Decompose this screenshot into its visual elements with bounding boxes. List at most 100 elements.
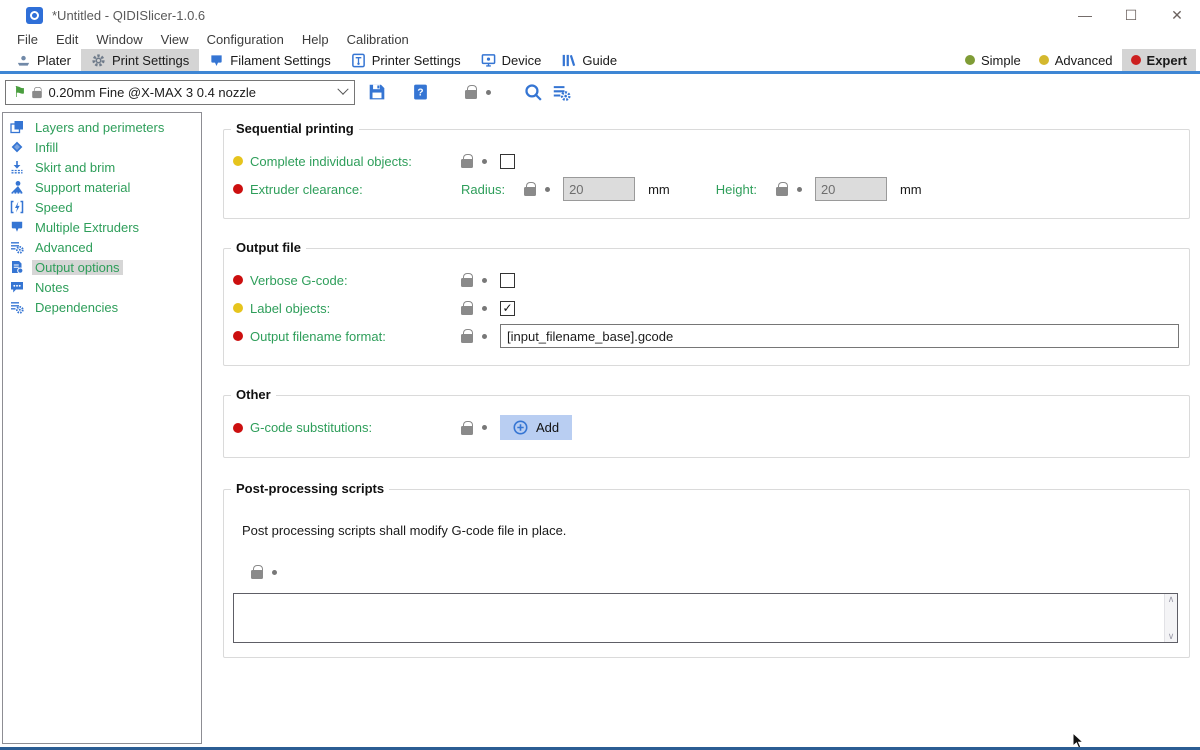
- save-icon[interactable]: [368, 83, 386, 101]
- extruder-clearance-height-input[interactable]: [815, 177, 887, 201]
- lock-icon[interactable]: [776, 187, 788, 196]
- tab-plater[interactable]: Plater: [6, 49, 81, 71]
- option-row-extruder-clearance: Extruder clearance: Radius: mm Height:: [233, 177, 1179, 201]
- sidebar-item-skirt-and-brim[interactable]: Skirt and brim: [3, 157, 201, 177]
- advanced-icon: [9, 240, 25, 254]
- section-title: Post-processing scripts: [231, 481, 389, 496]
- preset-value: 0.20mm Fine @X-MAX 3 0.4 nozzle: [48, 85, 256, 100]
- sidebar-item-multiple-extruders[interactable]: Multiple Extruders: [3, 217, 201, 237]
- tab-filament-settings[interactable]: Filament Settings: [199, 49, 340, 71]
- menu-calibration[interactable]: Calibration: [338, 32, 418, 47]
- maximize-button[interactable]: ☐: [1108, 0, 1154, 30]
- revert-dot-icon[interactable]: [482, 159, 487, 164]
- option-row-gcode-substitutions: G-code substitutions: Add: [233, 415, 1179, 440]
- revert-dot-icon[interactable]: [482, 334, 487, 339]
- preset-flag-icon: ⚑: [13, 85, 26, 100]
- preset-dropdown[interactable]: ⚑ 0.20mm Fine @X-MAX 3 0.4 nozzle: [5, 80, 355, 105]
- sidebar-item-output-options[interactable]: Output options: [3, 257, 201, 277]
- label-objects-checkbox[interactable]: ✓: [500, 301, 515, 316]
- preset-lock-icon: [33, 91, 43, 98]
- tab-printer-settings[interactable]: Printer Settings: [341, 49, 471, 71]
- mode-advanced[interactable]: Advanced: [1030, 49, 1122, 71]
- section-post-processing-scripts: Post-processing scripts Post processing …: [223, 489, 1190, 658]
- layers-icon: [9, 120, 25, 134]
- menu-file[interactable]: File: [8, 32, 47, 47]
- lock-icon[interactable]: [251, 570, 263, 579]
- printer-icon: [351, 53, 366, 68]
- revert-dot-icon[interactable]: [482, 306, 487, 311]
- mode-expert[interactable]: Expert: [1122, 49, 1196, 71]
- sidebar-item-advanced[interactable]: Advanced: [3, 237, 201, 257]
- option-row-label-objects: Label objects: ✓: [233, 296, 1179, 320]
- post-processing-scripts-input[interactable]: [234, 594, 1163, 642]
- scroll-up-icon[interactable]: ∧: [1168, 595, 1175, 604]
- complete-individual-objects-checkbox[interactable]: [500, 154, 515, 169]
- infill-icon: [9, 140, 25, 154]
- extruder-clearance-radius-input[interactable]: [563, 177, 635, 201]
- plater-icon: [16, 53, 31, 68]
- revert-dot-icon[interactable]: [482, 278, 487, 283]
- option-bullet-icon: [233, 156, 243, 166]
- verbose-gcode-checkbox[interactable]: [500, 273, 515, 288]
- tabbar: Plater Print Settings Filament Settings …: [0, 49, 1200, 74]
- option-row-output-filename-format: Output filename format:: [233, 324, 1179, 348]
- option-bullet-icon: [233, 423, 243, 433]
- expert-mode-dot-icon: [1131, 55, 1141, 65]
- extruders-icon: [9, 220, 25, 234]
- menu-configuration[interactable]: Configuration: [198, 32, 293, 47]
- chevron-down-icon: [337, 84, 348, 95]
- menu-view[interactable]: View: [152, 32, 198, 47]
- preset-settings-icon[interactable]: [552, 83, 571, 102]
- lock-icon[interactable]: [461, 334, 473, 343]
- advanced-mode-dot-icon: [1039, 55, 1049, 65]
- option-bullet-icon: [233, 184, 243, 194]
- menu-window[interactable]: Window: [87, 32, 151, 47]
- settings-page: Sequential printing Complete individual …: [223, 112, 1190, 744]
- revert-dot-icon[interactable]: [545, 187, 550, 192]
- revert-dot-icon[interactable]: [482, 425, 487, 430]
- search-icon[interactable]: [524, 83, 543, 102]
- lock-icon[interactable]: [461, 426, 473, 435]
- revert-dot-icon[interactable]: [486, 90, 491, 95]
- lock-icon[interactable]: [524, 187, 536, 196]
- speed-icon: [9, 200, 25, 214]
- skirt-icon: [9, 160, 25, 174]
- sidebar-item-speed[interactable]: Speed: [3, 197, 201, 217]
- help-icon[interactable]: ?: [412, 83, 429, 101]
- svg-text:?: ?: [417, 88, 423, 99]
- lock-icon[interactable]: [461, 159, 473, 168]
- sidebar-item-support-material[interactable]: Support material: [3, 177, 201, 197]
- menu-edit[interactable]: Edit: [47, 32, 87, 47]
- mode-simple[interactable]: Simple: [956, 49, 1030, 71]
- section-title: Other: [231, 387, 276, 402]
- tab-guide[interactable]: Guide: [551, 49, 627, 71]
- menu-help[interactable]: Help: [293, 32, 338, 47]
- output-filename-format-input[interactable]: [500, 324, 1179, 348]
- close-button[interactable]: ✕: [1154, 0, 1200, 30]
- minimize-button[interactable]: —: [1062, 0, 1108, 30]
- lock-icon[interactable]: [465, 90, 477, 99]
- lock-icon[interactable]: [461, 278, 473, 287]
- lock-icon[interactable]: [461, 306, 473, 315]
- sidebar-item-layers-and-perimeters[interactable]: Layers and perimeters: [3, 117, 201, 137]
- tab-print-settings[interactable]: Print Settings: [81, 49, 199, 71]
- add-substitution-button[interactable]: Add: [500, 415, 572, 440]
- tab-device[interactable]: Device: [471, 49, 552, 71]
- option-bullet-icon: [233, 331, 243, 341]
- mode-selector: Simple Advanced Expert: [956, 49, 1200, 71]
- section-other: Other G-code substitutions: Add: [223, 395, 1190, 458]
- sidebar-item-notes[interactable]: Notes: [3, 277, 201, 297]
- app-logo-icon: [26, 7, 43, 24]
- revert-dot-icon[interactable]: [272, 570, 277, 575]
- scroll-down-icon[interactable]: ∨: [1168, 632, 1175, 641]
- revert-dot-icon[interactable]: [797, 187, 802, 192]
- plus-circle-icon: [513, 420, 528, 435]
- option-bullet-icon: [233, 275, 243, 285]
- sidebar-item-infill[interactable]: Infill: [3, 137, 201, 157]
- scrollbar[interactable]: ∧ ∨: [1164, 594, 1177, 642]
- option-row-complete-individual-objects: Complete individual objects:: [233, 149, 1179, 173]
- option-row-verbose-gcode: Verbose G-code:: [233, 268, 1179, 292]
- support-icon: [9, 180, 25, 194]
- sidebar-item-dependencies[interactable]: Dependencies: [3, 297, 201, 317]
- simple-mode-dot-icon: [965, 55, 975, 65]
